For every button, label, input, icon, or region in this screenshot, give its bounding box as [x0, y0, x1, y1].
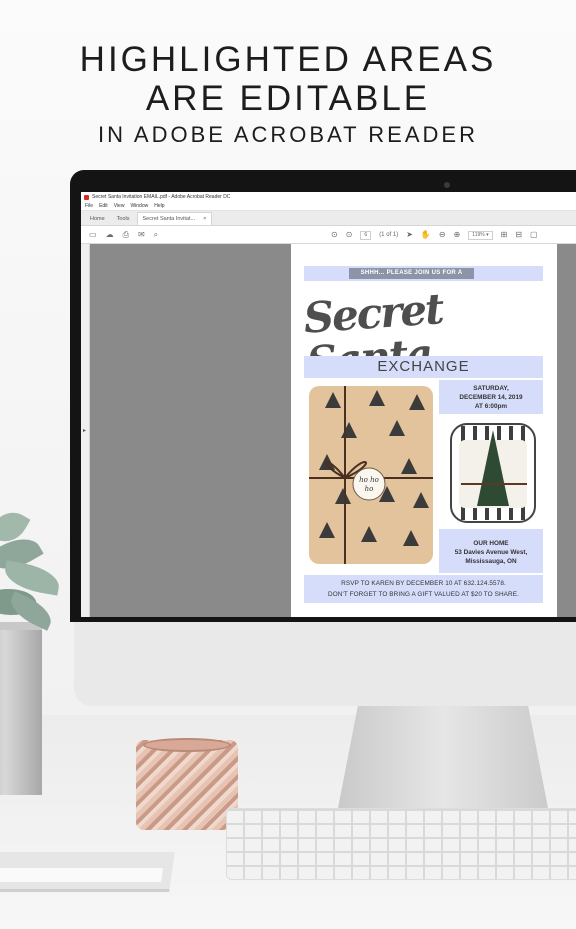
menu-view[interactable]: View: [114, 203, 125, 209]
search-icon[interactable]: ⌕: [154, 230, 158, 239]
fit-page-icon[interactable]: ⊞: [501, 231, 508, 239]
notebook-pages: [0, 868, 163, 882]
left-pane-toggle[interactable]: ▸: [81, 244, 90, 617]
page-number-input[interactable]: 6: [360, 230, 372, 240]
monitor-stand: [338, 700, 548, 808]
location-line-3: Mississauga, ON: [465, 558, 517, 565]
menu-window[interactable]: Window: [130, 203, 148, 209]
window-title: Secret Santa Invitation EMAIL.pdf - Adob…: [92, 194, 231, 200]
email-icon[interactable]: ✉: [138, 230, 145, 239]
zoom-select[interactable]: 119% ▾: [468, 230, 493, 240]
toolbar: ▭ ☁ ⎙ ✉ ⌕ ⊙ ⊙ 6 (1 of 1) ➤ ✋ ⊖ ⊕ 119% ▾ …: [81, 226, 576, 244]
headline-line-1: HIGHLIGHTED AREAS: [79, 40, 497, 79]
comment-icon[interactable]: ▢: [530, 231, 538, 239]
plant-pot: [0, 630, 42, 795]
headline-line-3: IN ADOBE ACROBAT READER: [98, 122, 478, 147]
gift-tag-line-1: ho ho: [359, 476, 379, 484]
previous-page-icon[interactable]: ⊙: [331, 231, 338, 239]
next-page-icon[interactable]: ⊙: [346, 231, 353, 239]
menu-edit[interactable]: Edit: [99, 203, 108, 209]
upload-icon[interactable]: ☁: [106, 230, 114, 239]
title-bar: Secret Santa Invitation EMAIL.pdf - Adob…: [81, 192, 576, 202]
menu-bar: File Edit View Window Help: [81, 202, 576, 211]
select-tool-icon[interactable]: ➤: [406, 231, 413, 239]
rose-gold-candle: [136, 740, 238, 830]
keyboard: [226, 808, 576, 880]
acrobat-window: Secret Santa Invitation EMAIL.pdf - Adob…: [81, 192, 576, 617]
webcam: [444, 182, 450, 188]
close-tab-icon[interactable]: ×: [203, 216, 206, 222]
date-field[interactable]: SATURDAY, DECEMBER 14, 2019 AT 6:00pm: [439, 380, 543, 414]
date-line-3: AT 6:00pm: [474, 403, 508, 410]
zoom-in-icon[interactable]: ⊕: [454, 231, 461, 239]
wrapped-gift-illustration: ho ho ho: [309, 386, 433, 564]
expand-arrow-icon: ▸: [83, 428, 87, 434]
zoom-out-icon[interactable]: ⊖: [439, 231, 446, 239]
monitor-chin: [74, 620, 576, 706]
gift-tag-line-2: ho: [365, 485, 374, 493]
tab-tools[interactable]: Tools: [112, 212, 135, 225]
location-line-1: OUR HOME: [473, 540, 509, 547]
acrobat-icon: [84, 194, 89, 200]
invitation-page: SHHH... PLEASE JOIN US FOR A Secret Sant…: [291, 244, 557, 617]
print-icon[interactable]: ⎙: [123, 230, 129, 239]
date-line-2: DECEMBER 14, 2019: [459, 394, 523, 401]
rsvp-line-1: RSVP TO KAREN BY DECEMBER 10 AT 632.124.…: [341, 580, 506, 587]
headline: HIGHLIGHTED AREAS ARE EDITABLE IN ADOBE …: [0, 40, 576, 150]
location-field[interactable]: OUR HOME 53 Davies Avenue West, Mississa…: [439, 529, 543, 573]
location-line-2: 53 Davies Avenue West,: [454, 549, 528, 556]
tab-bar: Home Tools Secret Santa Invitat... ×: [81, 211, 576, 226]
menu-file[interactable]: File: [85, 203, 93, 209]
hand-tool-icon[interactable]: ✋: [421, 231, 431, 239]
tab-home[interactable]: Home: [85, 212, 110, 225]
headline-line-2: ARE EDITABLE: [145, 79, 431, 118]
tab-document-label: Secret Santa Invitat...: [142, 216, 196, 222]
zoom-value: 119%: [472, 232, 485, 238]
document-area[interactable]: ▸ SHHH... PLEASE JOIN US FOR A Secret Sa…: [81, 244, 576, 617]
menu-help[interactable]: Help: [154, 203, 164, 209]
scroll-mode-icon[interactable]: ⊟: [515, 231, 522, 239]
exchange-field[interactable]: EXCHANGE: [304, 356, 543, 378]
toolbar-navigation: ⊙ ⊙ 6 (1 of 1) ➤ ✋ ⊖ ⊕ 119% ▾ ⊞ ⊟ ▢: [331, 226, 538, 244]
tab-document[interactable]: Secret Santa Invitat... ×: [136, 212, 213, 225]
page-count: (1 of 1): [379, 232, 399, 238]
save-icon[interactable]: ▭: [89, 230, 97, 239]
rsvp-line-2: DON'T FORGET TO BRING A GIFT VALUED AT $…: [328, 591, 519, 598]
candle-rim: [143, 738, 231, 752]
date-line-1: SATURDAY,: [473, 385, 509, 392]
striped-gift-illustration: [450, 423, 536, 523]
ribbon-text: SHHH... PLEASE JOIN US FOR A: [349, 268, 474, 279]
rsvp-field[interactable]: RSVP TO KAREN BY DECEMBER 10 AT 632.124.…: [304, 575, 543, 603]
gift-tag: [352, 467, 386, 501]
